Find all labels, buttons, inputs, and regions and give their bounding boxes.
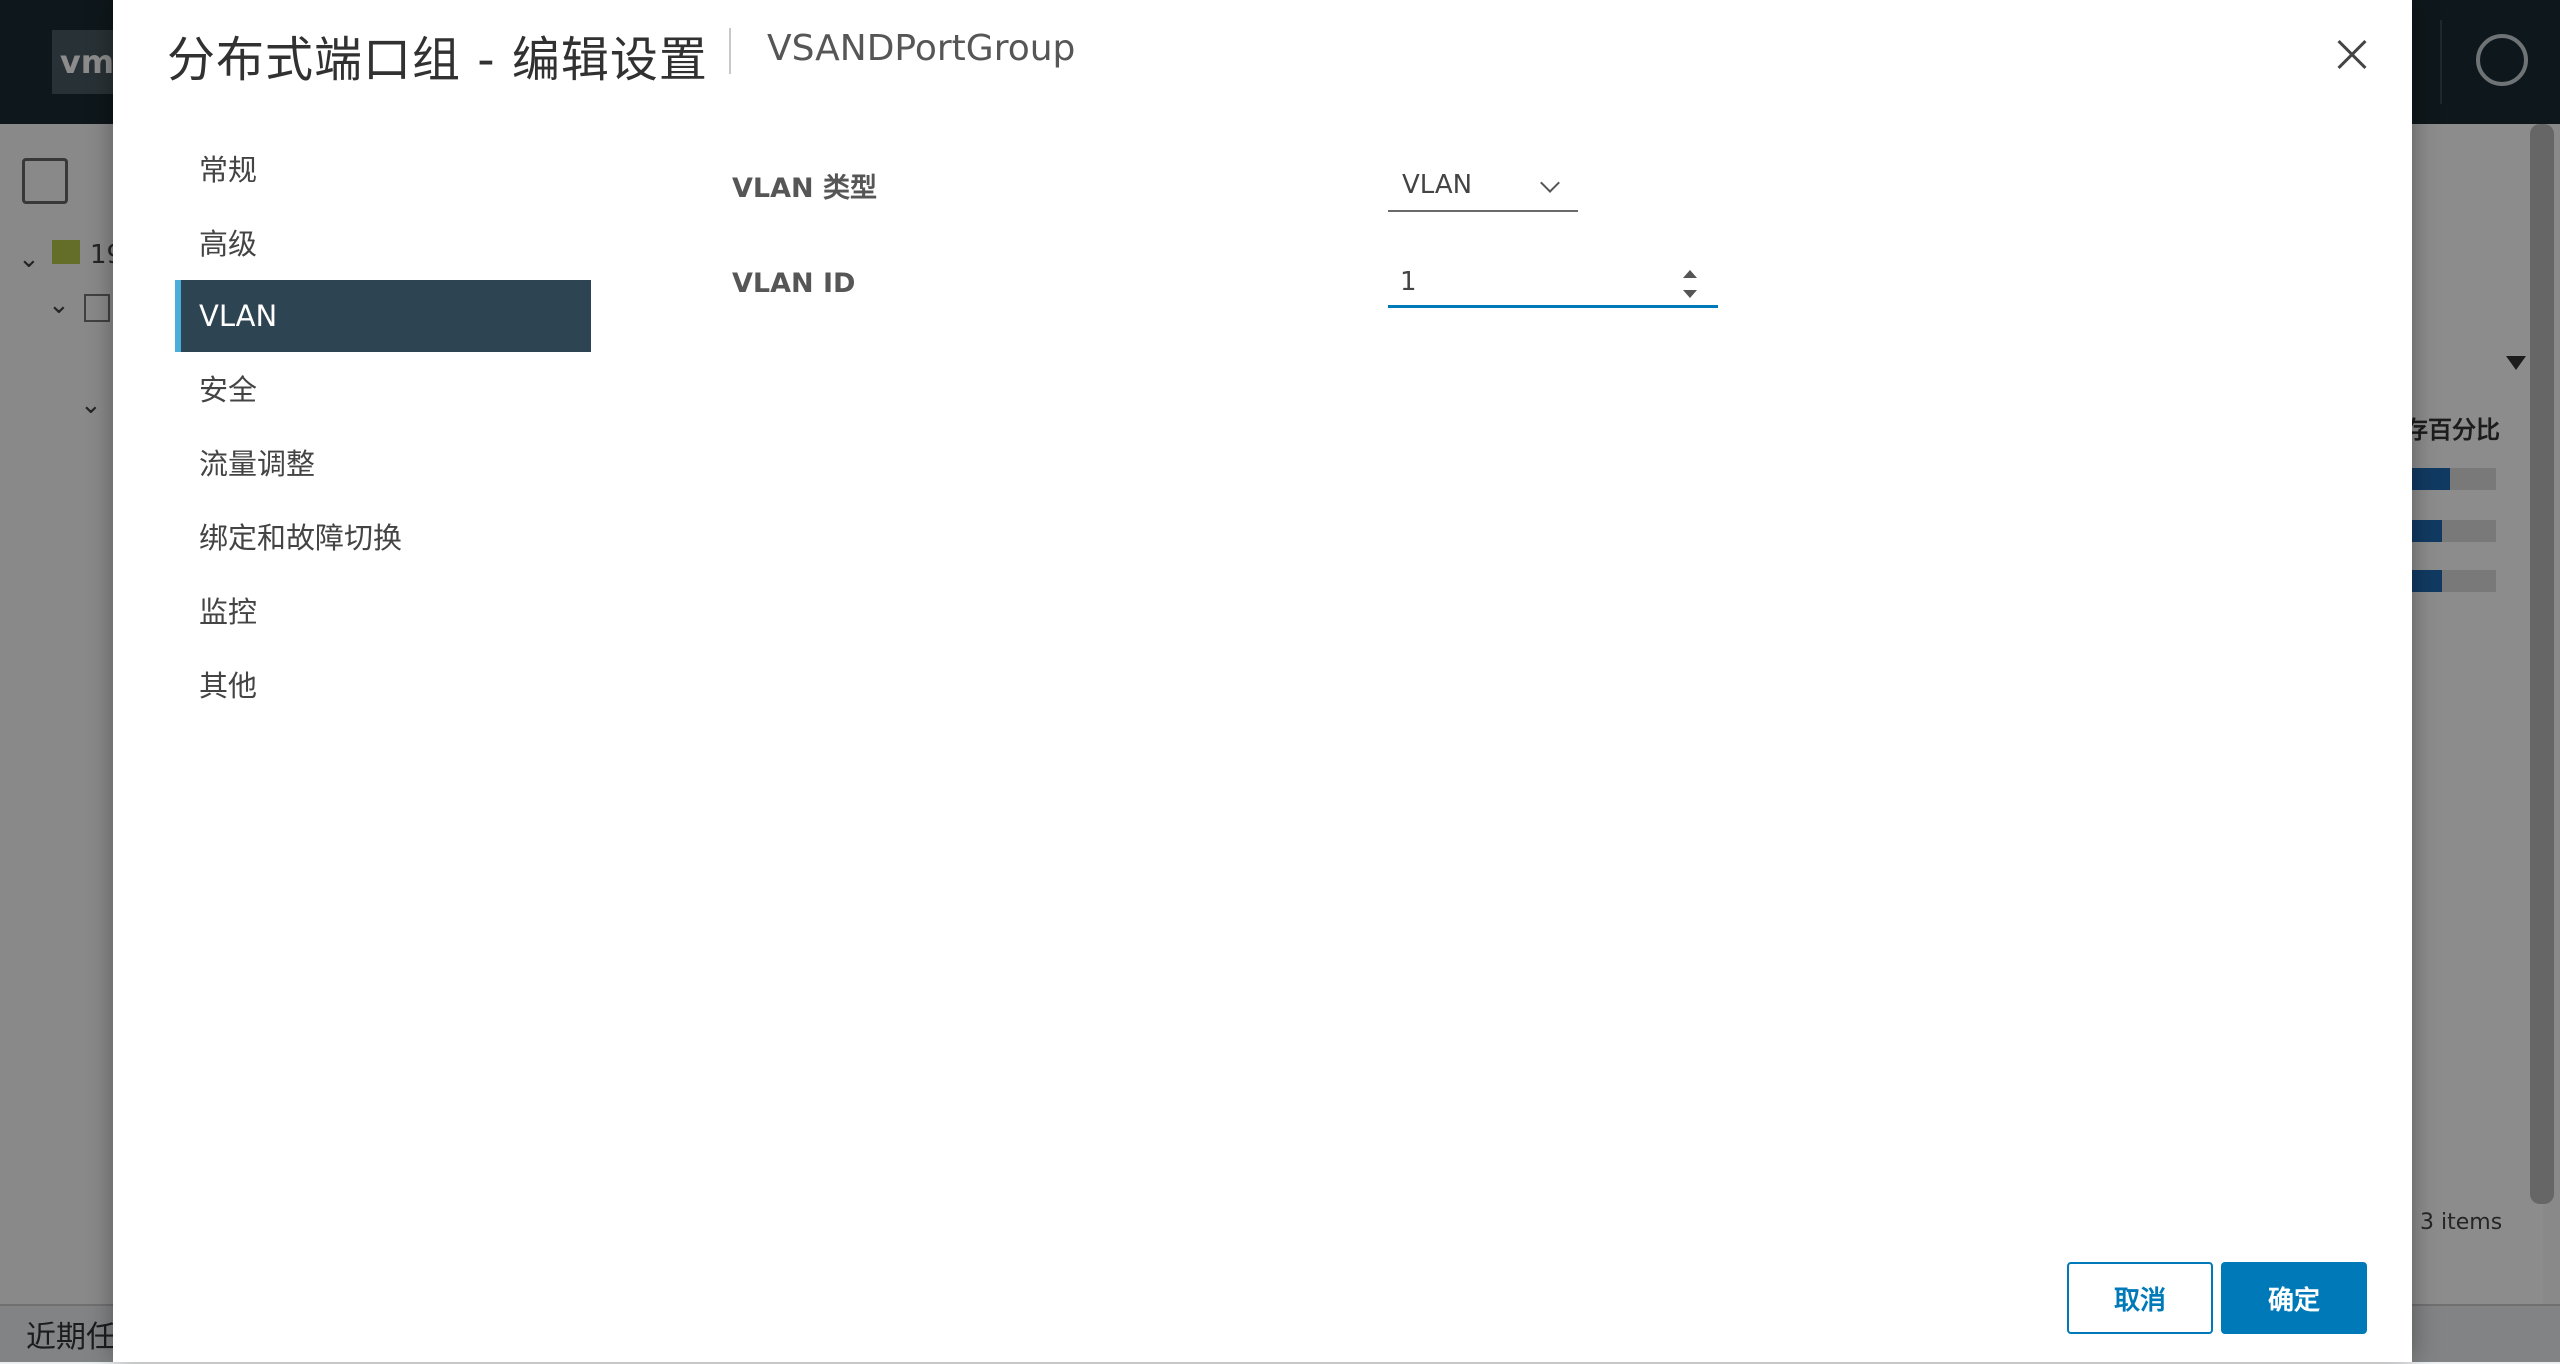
vlan-id-stepper[interactable]: [1675, 262, 1705, 306]
nav-item-traffic-shaping[interactable]: 流量调整: [175, 428, 591, 500]
nav-item-advanced[interactable]: 高级: [175, 208, 591, 280]
nav-item-miscellaneous[interactable]: 其他: [175, 650, 591, 722]
nav-item-teaming-failover[interactable]: 绑定和故障切换: [175, 502, 591, 574]
stepper-up-icon[interactable]: [1683, 270, 1697, 278]
nav-item-vlan[interactable]: VLAN: [175, 280, 591, 352]
cancel-button[interactable]: 取消: [2067, 1262, 2213, 1334]
nav-item-security[interactable]: 安全: [175, 354, 591, 426]
vlan-id-input[interactable]: [1388, 258, 1718, 308]
vlan-type-value: VLAN: [1402, 170, 1473, 200]
dialog-title: 分布式端口组 - 编辑设置: [167, 32, 708, 88]
close-icon[interactable]: [2325, 28, 2379, 82]
vlan-id-label: VLAN ID: [732, 268, 856, 299]
nav-item-general[interactable]: 常规: [175, 134, 591, 206]
ok-button[interactable]: 确定: [2221, 1262, 2367, 1334]
dialog-subtitle: VSANDPortGroup: [767, 28, 1076, 69]
vlan-type-select[interactable]: VLAN: [1388, 162, 1578, 212]
edit-settings-dialog: 分布式端口组 - 编辑设置 VSANDPortGroup 常规 高级 VLAN …: [113, 0, 2412, 1362]
title-divider: [729, 28, 731, 74]
nav-item-monitoring[interactable]: 监控: [175, 576, 591, 648]
stepper-down-icon[interactable]: [1683, 290, 1697, 298]
chevron-down-icon: [1540, 173, 1560, 193]
vlan-type-label: VLAN 类型: [732, 173, 877, 204]
